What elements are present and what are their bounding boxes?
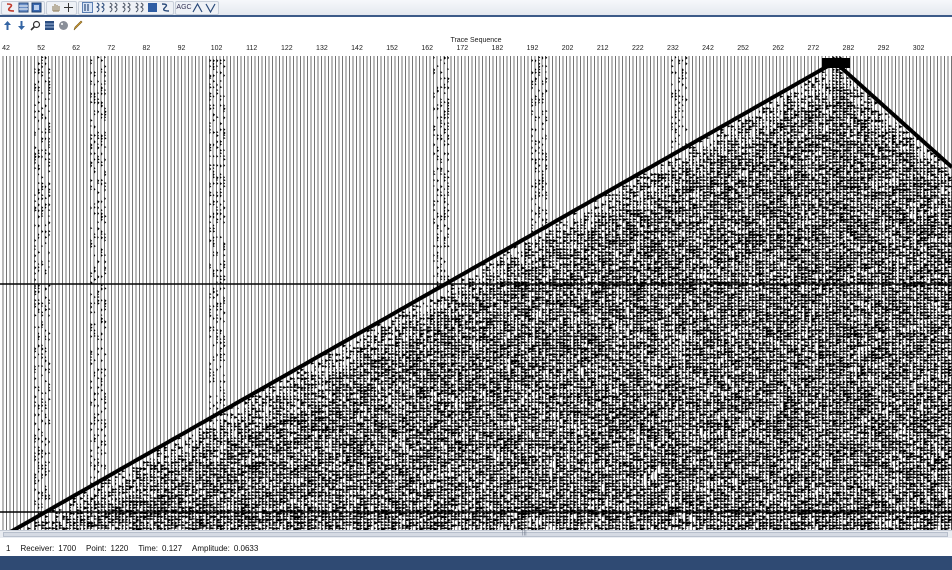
seismic-trace [125,56,131,530]
seismic-display-icon[interactable] [4,2,16,14]
time-label: Time: [138,543,159,553]
horizontal-scrollbar[interactable]: ||| [0,530,952,538]
tick-label: 232 [667,45,679,52]
wiggle-mode-6-icon[interactable] [146,2,158,14]
receiver-label: Receiver: [20,543,55,553]
tick-label: 122 [280,45,293,52]
wiggle-mode-1-icon[interactable] [81,2,93,14]
seismic-trace [121,56,127,530]
source-apex [822,58,850,68]
tick-label: 132 [316,45,328,52]
secondary-toolbar [0,17,952,34]
zoom-icon[interactable] [29,20,41,32]
wiggle-mode-5-icon[interactable] [133,2,145,14]
palette-icon[interactable] [57,20,69,32]
table-view-icon[interactable] [17,2,29,14]
wiggle-tool-group [78,0,174,15]
seismic-trace [181,56,188,530]
seismic-trace [83,56,89,530]
taskbar-strip [0,556,952,570]
seismic-trace [27,56,32,530]
tick-label: 62 [72,45,81,52]
view-tool-group [1,0,45,15]
agc-icon[interactable]: AGC [176,2,191,14]
tick-label: 272 [807,45,820,52]
seismic-trace [41,56,47,530]
seismic-trace [104,56,111,530]
tick-label: 282 [842,45,855,52]
tick-label: 302 [912,45,925,52]
point-label: Point: [86,543,107,553]
crosshair-icon[interactable] [62,2,74,14]
seismic-trace [254,56,262,530]
wiggle-mode-7-icon[interactable] [159,2,171,14]
seismic-trace [118,56,125,530]
tick-label: 142 [351,45,363,52]
tick-label: 292 [877,45,890,52]
wiggle-mode-4-icon[interactable] [120,2,132,14]
increase-gain-icon[interactable] [1,20,13,32]
seismic-trace [90,56,97,530]
seismic-trace [205,56,213,530]
tick-label: 202 [561,45,574,52]
seismic-trace [111,56,118,530]
tick-label: 82 [142,45,151,52]
navigation-tool-group [46,0,77,15]
tick-label: 212 [596,45,609,52]
tick-label: 252 [737,45,749,52]
tick-label: 152 [386,45,398,52]
pencil-icon[interactable] [71,20,83,32]
layers-icon[interactable] [43,20,55,32]
tick-label: 102 [210,45,223,52]
tick-label: 162 [421,45,434,52]
seismic-trace [244,56,250,530]
seismic-trace [100,56,107,530]
time-value: 0.127 [162,543,183,553]
seismic-section[interactable] [0,56,952,530]
wiggle-mode-2-icon[interactable] [94,2,106,14]
tick-label: 172 [456,45,469,52]
scrollbar-grip: ||| [522,530,527,536]
seismic-trace [198,56,206,530]
seismic-trace [268,56,276,530]
pan-hand-icon[interactable] [49,2,61,14]
seismic-trace [97,56,104,530]
seismic-trace [153,56,160,530]
seismic-trace [62,56,68,530]
tick-label: 92 [177,45,186,52]
seismic-trace [79,56,85,530]
seismic-trace [34,56,39,530]
tick-label: 182 [491,45,504,52]
seismic-trace [398,56,405,530]
seismic-trace [128,56,135,530]
tick-label: 192 [526,45,539,52]
decrease-gain-icon[interactable] [15,20,27,32]
tick-label: 262 [772,45,785,52]
polarity-tool-group: AGC [175,0,219,15]
point-value: 1220 [110,543,129,553]
status-index: 1 [6,543,11,553]
peak-icon[interactable] [191,2,203,14]
tick-label: 42 [2,45,10,52]
seismic-trace [401,56,409,530]
wiggle-mode-3-icon[interactable] [107,2,119,14]
tick-label: 112 [246,45,258,52]
trough-icon[interactable] [204,2,216,14]
receiver-value: 1700 [58,543,77,553]
tick-label: 72 [107,45,116,52]
tick-label: 52 [37,45,45,52]
data-view-icon[interactable] [30,2,42,14]
seismic-plot[interactable]: Trace Sequence 42 52 62 72 82 92 102 112 122 132 1… [0,36,952,530]
seismic-trace [65,56,71,530]
scrollbar-thumb[interactable] [3,532,948,537]
tick-label: 222 [631,45,644,52]
amplitude-value: 0.0633 [233,543,259,553]
axis-title: Trace Sequence [450,37,502,44]
seismic-trace [86,56,94,530]
tick-label: 242 [702,45,714,52]
status-bar: 1 Receiver: 1700 Point: 1220 Time: 0.127… [0,540,952,556]
amplitude-label: Amplitude: [192,543,230,553]
main-toolbar: AGC [0,0,952,15]
